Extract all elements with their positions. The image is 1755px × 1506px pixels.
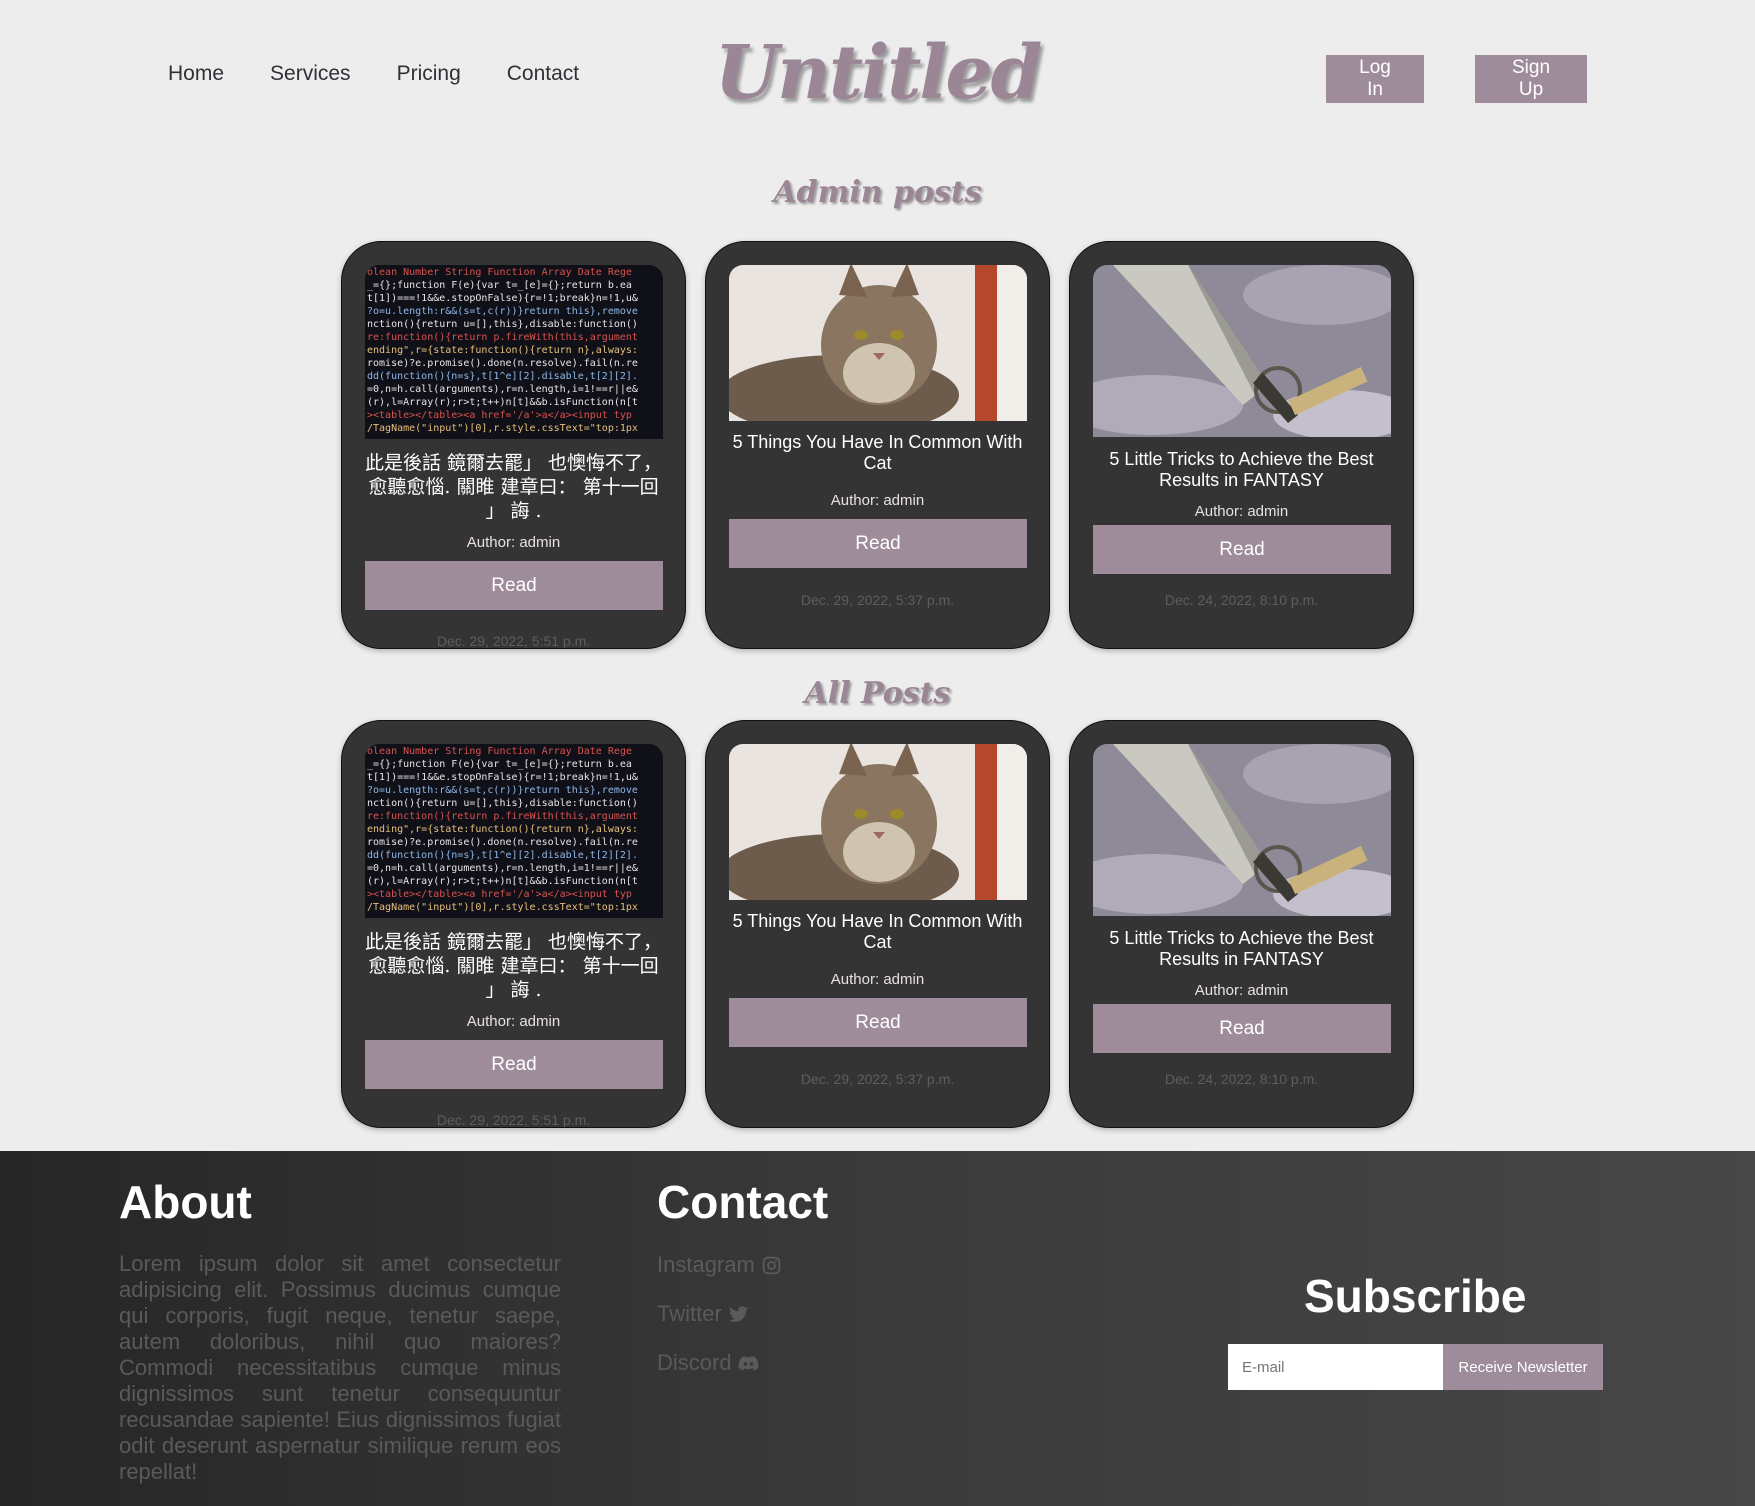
post-author: Author: admin (1194, 982, 1289, 999)
svg-text:olean Number String Function A: olean Number String Function Array Date … (367, 746, 632, 757)
post-date: Dec. 29, 2022, 5:51 p.m. (436, 1112, 591, 1128)
about-text: Lorem ipsum dolor sit amet consectetur a… (119, 1251, 561, 1484)
post-date: Dec. 24, 2022, 8:10 p.m. (1164, 1071, 1319, 1087)
svg-text:/TagName("input")[0],r.style.c: /TagName("input")[0],r.style.cssText="to… (367, 902, 638, 913)
twitter-link[interactable]: Twitter (657, 1301, 749, 1327)
post-image-sword[interactable] (1093, 265, 1391, 437)
all-posts-grid: olean Number String Function Array Date … (341, 720, 1414, 1128)
receive-newsletter-button[interactable]: Receive Newsletter (1443, 1344, 1603, 1390)
admin-posts-grid: olean Number String Function Array Date … (341, 241, 1414, 649)
svg-text:t[1])===!1&&e.stopOnFalse){r=!: t[1])===!1&&e.stopOnFalse){r=!1;break}n=… (367, 772, 638, 783)
read-button[interactable]: Read (365, 561, 663, 610)
svg-text:romise)?e.promise().done(n.res: romise)?e.promise().done(n.resolve).fail… (367, 837, 638, 848)
post-date: Dec. 29, 2022, 5:51 p.m. (436, 633, 591, 649)
svg-text:_={};function F(e){var t=_[e]=: _={};function F(e){var t=_[e]={};return … (367, 759, 632, 770)
twitter-icon (728, 1305, 748, 1322)
site-footer: About Lorem ipsum dolor sit amet consect… (0, 1151, 1755, 1506)
post-title: 5 Little Tricks to Achieve the Best Resu… (1109, 928, 1374, 969)
svg-text:?o=u.length:r&&(s=t,c(r))}retu: ?o=u.length:r&&(s=t,c(r))}return this},r… (367, 785, 638, 796)
post-card: 5 Little Tricks to Achieve the Best Resu… (1069, 720, 1414, 1128)
post-author: Author: admin (830, 971, 925, 988)
post-date: Dec. 29, 2022, 5:37 p.m. (800, 1071, 955, 1087)
email-input[interactable] (1228, 1344, 1443, 1390)
svg-text:dd(function(){n=s},t[1^e][2].d: dd(function(){n=s},t[1^e][2].disable,t[2… (367, 850, 638, 861)
post-author: Author: admin (1194, 503, 1289, 520)
signup-button[interactable]: Sign Up (1475, 55, 1587, 103)
post-card: olean Number String Function Array Date … (341, 241, 686, 649)
svg-text:re:function(){return p.fireWit: re:function(){return p.fireWith(this,arg… (367, 332, 638, 343)
post-card: 5 Little Tricks to Achieve the Best Resu… (1069, 241, 1414, 649)
post-date: Dec. 24, 2022, 8:10 p.m. (1164, 592, 1319, 608)
post-card: 5 Things You Have In Common With Cat Aut… (705, 720, 1050, 1128)
post-title: 5 Little Tricks to Achieve the Best Resu… (1109, 449, 1374, 490)
svg-text:/TagName("input")[0],r.style.c: /TagName("input")[0],r.style.cssText="to… (367, 423, 638, 434)
post-title: 此是後話 鏡爾去罷」 也懊悔不了， 愈聽愈惱. 關睢 建章曰： 第十一回 」 誨… (364, 931, 663, 1001)
post-image-cat[interactable] (729, 744, 1027, 900)
instagram-link[interactable]: Instagram (657, 1252, 782, 1278)
svg-text:?o=u.length:r&&(s=t,c(r))}retu: ?o=u.length:r&&(s=t,c(r))}return this},r… (367, 306, 638, 317)
post-card: olean Number String Function Array Date … (341, 720, 686, 1128)
read-button[interactable]: Read (1093, 1004, 1391, 1053)
post-image-sword[interactable] (1093, 744, 1391, 916)
login-button[interactable]: Log In (1326, 55, 1424, 103)
svg-text:><table></table><a href='/a'>a: ><table></table><a href='/a'>a</a><input… (367, 889, 632, 900)
read-button[interactable]: Read (365, 1040, 663, 1089)
post-card: 5 Things You Have In Common With Cat Aut… (705, 241, 1050, 649)
svg-text:t[1])===!1&&e.stopOnFalse){r=!: t[1])===!1&&e.stopOnFalse){r=!1;break}n=… (367, 293, 638, 304)
post-title: 5 Things You Have In Common With Cat (732, 911, 1023, 952)
subscribe-heading: Subscribe (1304, 1270, 1527, 1322)
svg-text:=0,n=h.call(arguments),r=n.len: =0,n=h.call(arguments),r=n.length,i=1!==… (367, 384, 638, 395)
post-author: Author: admin (830, 492, 925, 509)
contact-heading: Contact (657, 1176, 829, 1228)
svg-text:re:function(){return p.fireWit: re:function(){return p.fireWith(this,arg… (367, 811, 638, 822)
discord-icon (738, 1355, 758, 1370)
svg-text:(r),l=Array(r);r>t;t++)n[t]&&b: (r),l=Array(r);r>t;t++)n[t]&&b.isFunctio… (367, 397, 638, 408)
instagram-label: Instagram (657, 1252, 755, 1277)
post-image-code[interactable]: olean Number String Function Array Date … (365, 265, 663, 439)
read-button[interactable]: Read (1093, 525, 1391, 574)
all-posts-heading: All Posts (804, 676, 951, 711)
post-title: 此是後話 鏡爾去罷」 也懊悔不了， 愈聽愈惱. 關睢 建章曰： 第十一回 」 誨… (364, 452, 663, 522)
svg-text:_={};function F(e){var t=_[e]=: _={};function F(e){var t=_[e]={};return … (367, 280, 632, 291)
svg-text:dd(function(){n=s},t[1^e][2].d: dd(function(){n=s},t[1^e][2].disable,t[2… (367, 371, 638, 382)
svg-text:ending",r={state:function(){re: ending",r={state:function(){return n},al… (367, 824, 638, 835)
discord-label: Discord (657, 1350, 732, 1375)
post-image-cat[interactable] (729, 265, 1027, 421)
post-date: Dec. 29, 2022, 5:37 p.m. (800, 592, 955, 608)
twitter-label: Twitter (657, 1301, 722, 1326)
svg-text:=0,n=h.call(arguments),r=n.len: =0,n=h.call(arguments),r=n.length,i=1!==… (367, 863, 638, 874)
svg-text:romise)?e.promise().done(n.res: romise)?e.promise().done(n.resolve).fail… (367, 358, 638, 369)
svg-text:ending",r={state:function(){re: ending",r={state:function(){return n},al… (367, 345, 638, 356)
svg-text:olean Number String Function A: olean Number String Function Array Date … (367, 267, 632, 278)
post-author: Author: admin (466, 534, 561, 551)
about-heading: About (119, 1176, 252, 1228)
post-title: 5 Things You Have In Common With Cat (732, 432, 1023, 473)
post-image-code[interactable]: olean Number String Function Array Date … (365, 744, 663, 918)
post-author: Author: admin (466, 1013, 561, 1030)
svg-text:nction(){return u=[],this},dis: nction(){return u=[],this},disable:funct… (367, 798, 638, 809)
read-button[interactable]: Read (729, 998, 1027, 1047)
svg-text:><table></table><a href='/a'>a: ><table></table><a href='/a'>a</a><input… (367, 410, 632, 421)
discord-link[interactable]: Discord (657, 1350, 759, 1376)
instagram-icon (762, 1256, 781, 1274)
read-button[interactable]: Read (729, 519, 1027, 568)
admin-posts-heading: Admin posts (773, 175, 982, 210)
svg-text:nction(){return u=[],this},dis: nction(){return u=[],this},disable:funct… (367, 319, 638, 330)
svg-text:(r),l=Array(r);r>t;t++)n[t]&&b: (r),l=Array(r);r>t;t++)n[t]&&b.isFunctio… (367, 876, 638, 887)
